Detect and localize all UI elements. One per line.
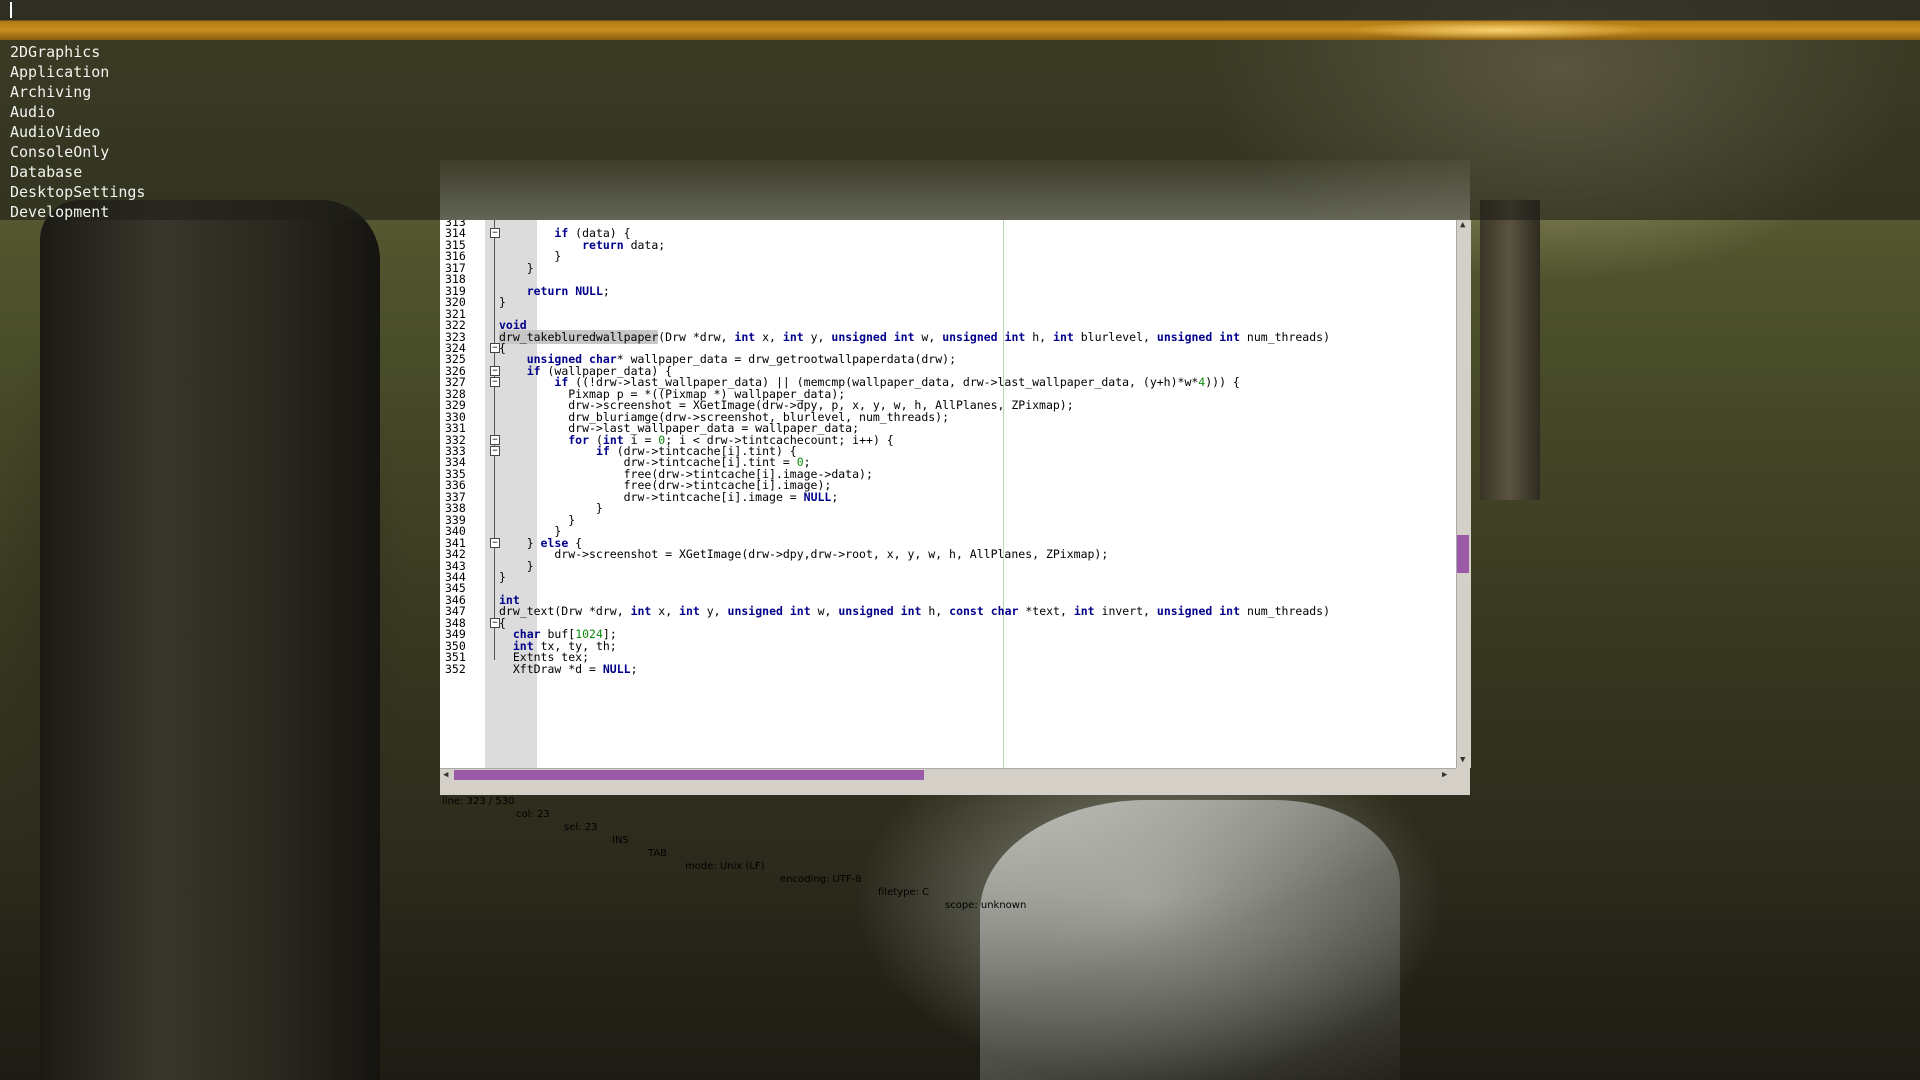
vertical-scrollbar[interactable]: ▲ ▼: [1456, 220, 1471, 768]
launcher-category-item[interactable]: Application: [10, 62, 145, 82]
launcher-category-item[interactable]: Archiving: [10, 82, 145, 102]
status-filetype: filetype: C: [878, 887, 930, 898]
prompt-cursor[interactable]: [10, 2, 12, 18]
background-tree-stump: [1480, 200, 1540, 500]
status-sel: sel: 23: [564, 822, 598, 833]
launcher-category-item[interactable]: ConsoleOnly: [10, 142, 145, 162]
scroll-left-icon[interactable]: ◀: [443, 770, 448, 780]
launcher-category-item[interactable]: Development: [10, 202, 145, 222]
editor-window-title-area: [440, 160, 1470, 220]
status-bar: line: 323 / 530 col: 23 sel: 23 INS TAB …: [440, 782, 1470, 911]
status-indent-mode: TAB: [648, 848, 668, 859]
launcher-category-list: 2DGraphics Application Archiving Audio Audio…: [10, 42, 145, 222]
top-bar-glow: [1350, 20, 1650, 40]
vertical-scroll-thumb[interactable]: [1457, 535, 1469, 573]
scroll-up-icon[interactable]: ▲: [1460, 220, 1465, 230]
status-encoding: encoding: UTF-8: [780, 874, 862, 885]
status-line: line: 323 / 530: [442, 796, 515, 807]
status-insert-mode: INS: [612, 835, 629, 846]
line-number: 352: [445, 661, 466, 676]
status-col: col: 23: [516, 809, 550, 820]
launcher-category-item[interactable]: Database: [10, 162, 145, 182]
horizontal-scroll-thumb[interactable]: [454, 770, 924, 780]
background-waterfall: [980, 800, 1400, 1080]
status-scope: scope: unknown: [945, 900, 1027, 911]
scroll-down-icon[interactable]: ▼: [1460, 755, 1465, 765]
status-line-ending: mode: Unix (LF): [685, 861, 765, 872]
code-line[interactable]: 352 XftDraw *d = NULL;: [440, 662, 1456, 676]
code-text: XftDraw *d = NULL;: [499, 661, 638, 676]
background-tree-trunk: [40, 200, 380, 1080]
launcher-category-item[interactable]: DesktopSettings: [10, 182, 145, 202]
launcher-category-item[interactable]: 2DGraphics: [10, 42, 145, 62]
launcher-category-item[interactable]: Audio: [10, 102, 145, 122]
code-editor[interactable]: 313 314− if (data) {315 return data; 316 }…: [440, 220, 1456, 768]
scroll-right-icon[interactable]: ▶: [1442, 770, 1447, 780]
editor-window: 313 314− if (data) {315 return data; 316 }…: [440, 220, 1471, 911]
top-bar: [0, 0, 1920, 40]
launcher-category-item[interactable]: AudioVideo: [10, 122, 145, 142]
